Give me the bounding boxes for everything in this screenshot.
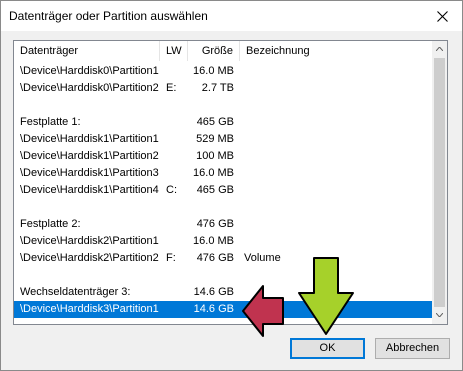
cell-device <box>20 267 164 284</box>
list-row[interactable]: Festplatte 1: 465 GB <box>14 114 432 131</box>
cell-device: Wechseldatenträger 3: <box>20 286 131 298</box>
cell-device: \Device\Harddisk2\Partition1 <box>20 235 159 247</box>
cell-drive-letter <box>166 131 188 148</box>
cell-size: 100 MB <box>196 150 234 162</box>
cell-device <box>20 199 164 216</box>
cell-label <box>244 63 424 80</box>
list-row[interactable]: Wechseldatenträger 3: 14.6 GB <box>14 284 432 301</box>
list-row[interactable] <box>14 267 432 284</box>
cell-size: 16.0 MB <box>193 235 234 247</box>
cell-label <box>244 216 424 233</box>
list-row[interactable]: \Device\Harddisk2\Partition2 F: 476 GB Volu… <box>14 250 432 267</box>
cell-label <box>244 182 424 199</box>
cell-device <box>20 97 164 114</box>
cell-label <box>244 233 424 250</box>
cell-device: \Device\Harddisk1\Partition2 <box>20 150 159 162</box>
column-header-label[interactable]: Bezeichnung <box>240 41 432 61</box>
scrollbar-thumb[interactable] <box>434 58 445 307</box>
scroll-up-button[interactable] <box>432 41 447 58</box>
cell-label <box>244 80 424 97</box>
cell-label <box>244 97 424 114</box>
cell-drive-letter: F: <box>166 252 176 264</box>
cell-drive-letter <box>166 114 188 131</box>
cell-device: \Device\Harddisk3\Partition1 <box>20 303 159 315</box>
list-row[interactable]: \Device\Harddisk1\Partition2 100 MB <box>14 148 432 165</box>
cell-device: Festplatte 2: <box>20 218 81 230</box>
list-header: Datenträger LW Größe Bezeichnung <box>14 41 432 61</box>
scroll-down-button[interactable] <box>432 307 447 324</box>
cell-device: \Device\Harddisk1\Partition3 <box>20 167 159 179</box>
cell-drive-letter <box>166 199 188 216</box>
dialog-title: Datenträger oder Partition auswählen <box>9 9 208 23</box>
cell-device: \Device\Harddisk1\Partition4 <box>20 184 159 196</box>
ok-button[interactable]: OK <box>290 338 365 359</box>
cell-label <box>244 131 424 148</box>
list-row-selected[interactable]: \Device\Harddisk3\Partition1 14.6 GB <box>14 301 432 318</box>
cell-label <box>244 301 424 318</box>
vertical-scrollbar[interactable] <box>432 41 447 324</box>
cell-drive-letter <box>166 165 188 182</box>
disk-list[interactable]: Datenträger LW Größe Bezeichnung \Device… <box>13 40 448 325</box>
close-button[interactable] <box>424 2 460 30</box>
scroll-up-arrow-icon <box>436 47 443 51</box>
cell-drive-letter <box>166 284 188 301</box>
cell-size: 476 GB <box>196 218 234 230</box>
cell-device: Festplatte 1: <box>20 116 81 128</box>
cell-size: 529 MB <box>196 133 234 145</box>
cell-label <box>244 284 424 301</box>
cell-size: 476 GB <box>196 252 234 264</box>
column-header-device[interactable]: Datenträger <box>14 41 160 61</box>
column-header-drive-letter[interactable]: LW <box>160 41 188 61</box>
cell-drive-letter <box>166 233 188 250</box>
cell-device: \Device\Harddisk0\Partition1 <box>20 65 159 77</box>
cell-size: 16.0 MB <box>193 65 234 77</box>
list-row[interactable]: \Device\Harddisk2\Partition1 16.0 MB <box>14 233 432 250</box>
list-row[interactable] <box>14 199 432 216</box>
cell-label <box>244 165 424 182</box>
cell-label: Volume <box>244 252 281 264</box>
cell-device: \Device\Harddisk2\Partition2 <box>20 252 159 264</box>
cell-size: 14.6 GB <box>193 286 234 298</box>
cell-label <box>244 148 424 165</box>
cell-label <box>244 267 424 284</box>
cell-drive-letter <box>166 97 188 114</box>
list-row[interactable] <box>14 97 432 114</box>
cell-drive-letter <box>166 301 188 318</box>
list-row[interactable]: \Device\Harddisk1\Partition4 C: 465 GB <box>14 182 432 199</box>
cell-size: 465 GB <box>196 116 234 128</box>
cell-size: 14.6 GB <box>193 303 234 315</box>
list-row[interactable]: \Device\Harddisk1\Partition3 16.0 MB <box>14 165 432 182</box>
scroll-down-arrow-icon <box>436 313 443 317</box>
close-icon <box>437 11 448 22</box>
cell-drive-letter <box>166 148 188 165</box>
cell-drive-letter <box>166 63 188 80</box>
list-rows: \Device\Harddisk0\Partition1 16.0 MB \Devi… <box>14 63 432 318</box>
cell-size: 2.7 TB <box>201 82 234 94</box>
title-bar: Datenträger oder Partition auswählen <box>1 1 462 31</box>
list-row[interactable]: \Device\Harddisk0\Partition2 E: 2.7 TB <box>14 80 432 97</box>
cell-device: \Device\Harddisk0\Partition2 <box>20 82 159 94</box>
cell-size: 16.0 MB <box>193 167 234 179</box>
cell-label <box>244 199 424 216</box>
list-row[interactable]: \Device\Harddisk1\Partition1 529 MB <box>14 131 432 148</box>
cell-label <box>244 114 424 131</box>
cell-size: 465 GB <box>196 184 234 196</box>
cell-drive-letter: E: <box>166 82 177 94</box>
cell-size <box>188 267 234 284</box>
cell-size <box>188 97 234 114</box>
cancel-button[interactable]: Abbrechen <box>375 338 450 359</box>
cell-drive-letter <box>166 216 188 233</box>
cell-drive-letter <box>166 267 188 284</box>
cell-drive-letter: C: <box>166 184 177 196</box>
column-header-size[interactable]: Größe <box>188 41 240 61</box>
list-row[interactable]: \Device\Harddisk0\Partition1 16.0 MB <box>14 63 432 80</box>
list-row[interactable]: Festplatte 2: 476 GB <box>14 216 432 233</box>
cell-device: \Device\Harddisk1\Partition1 <box>20 133 159 145</box>
cell-size <box>188 199 234 216</box>
